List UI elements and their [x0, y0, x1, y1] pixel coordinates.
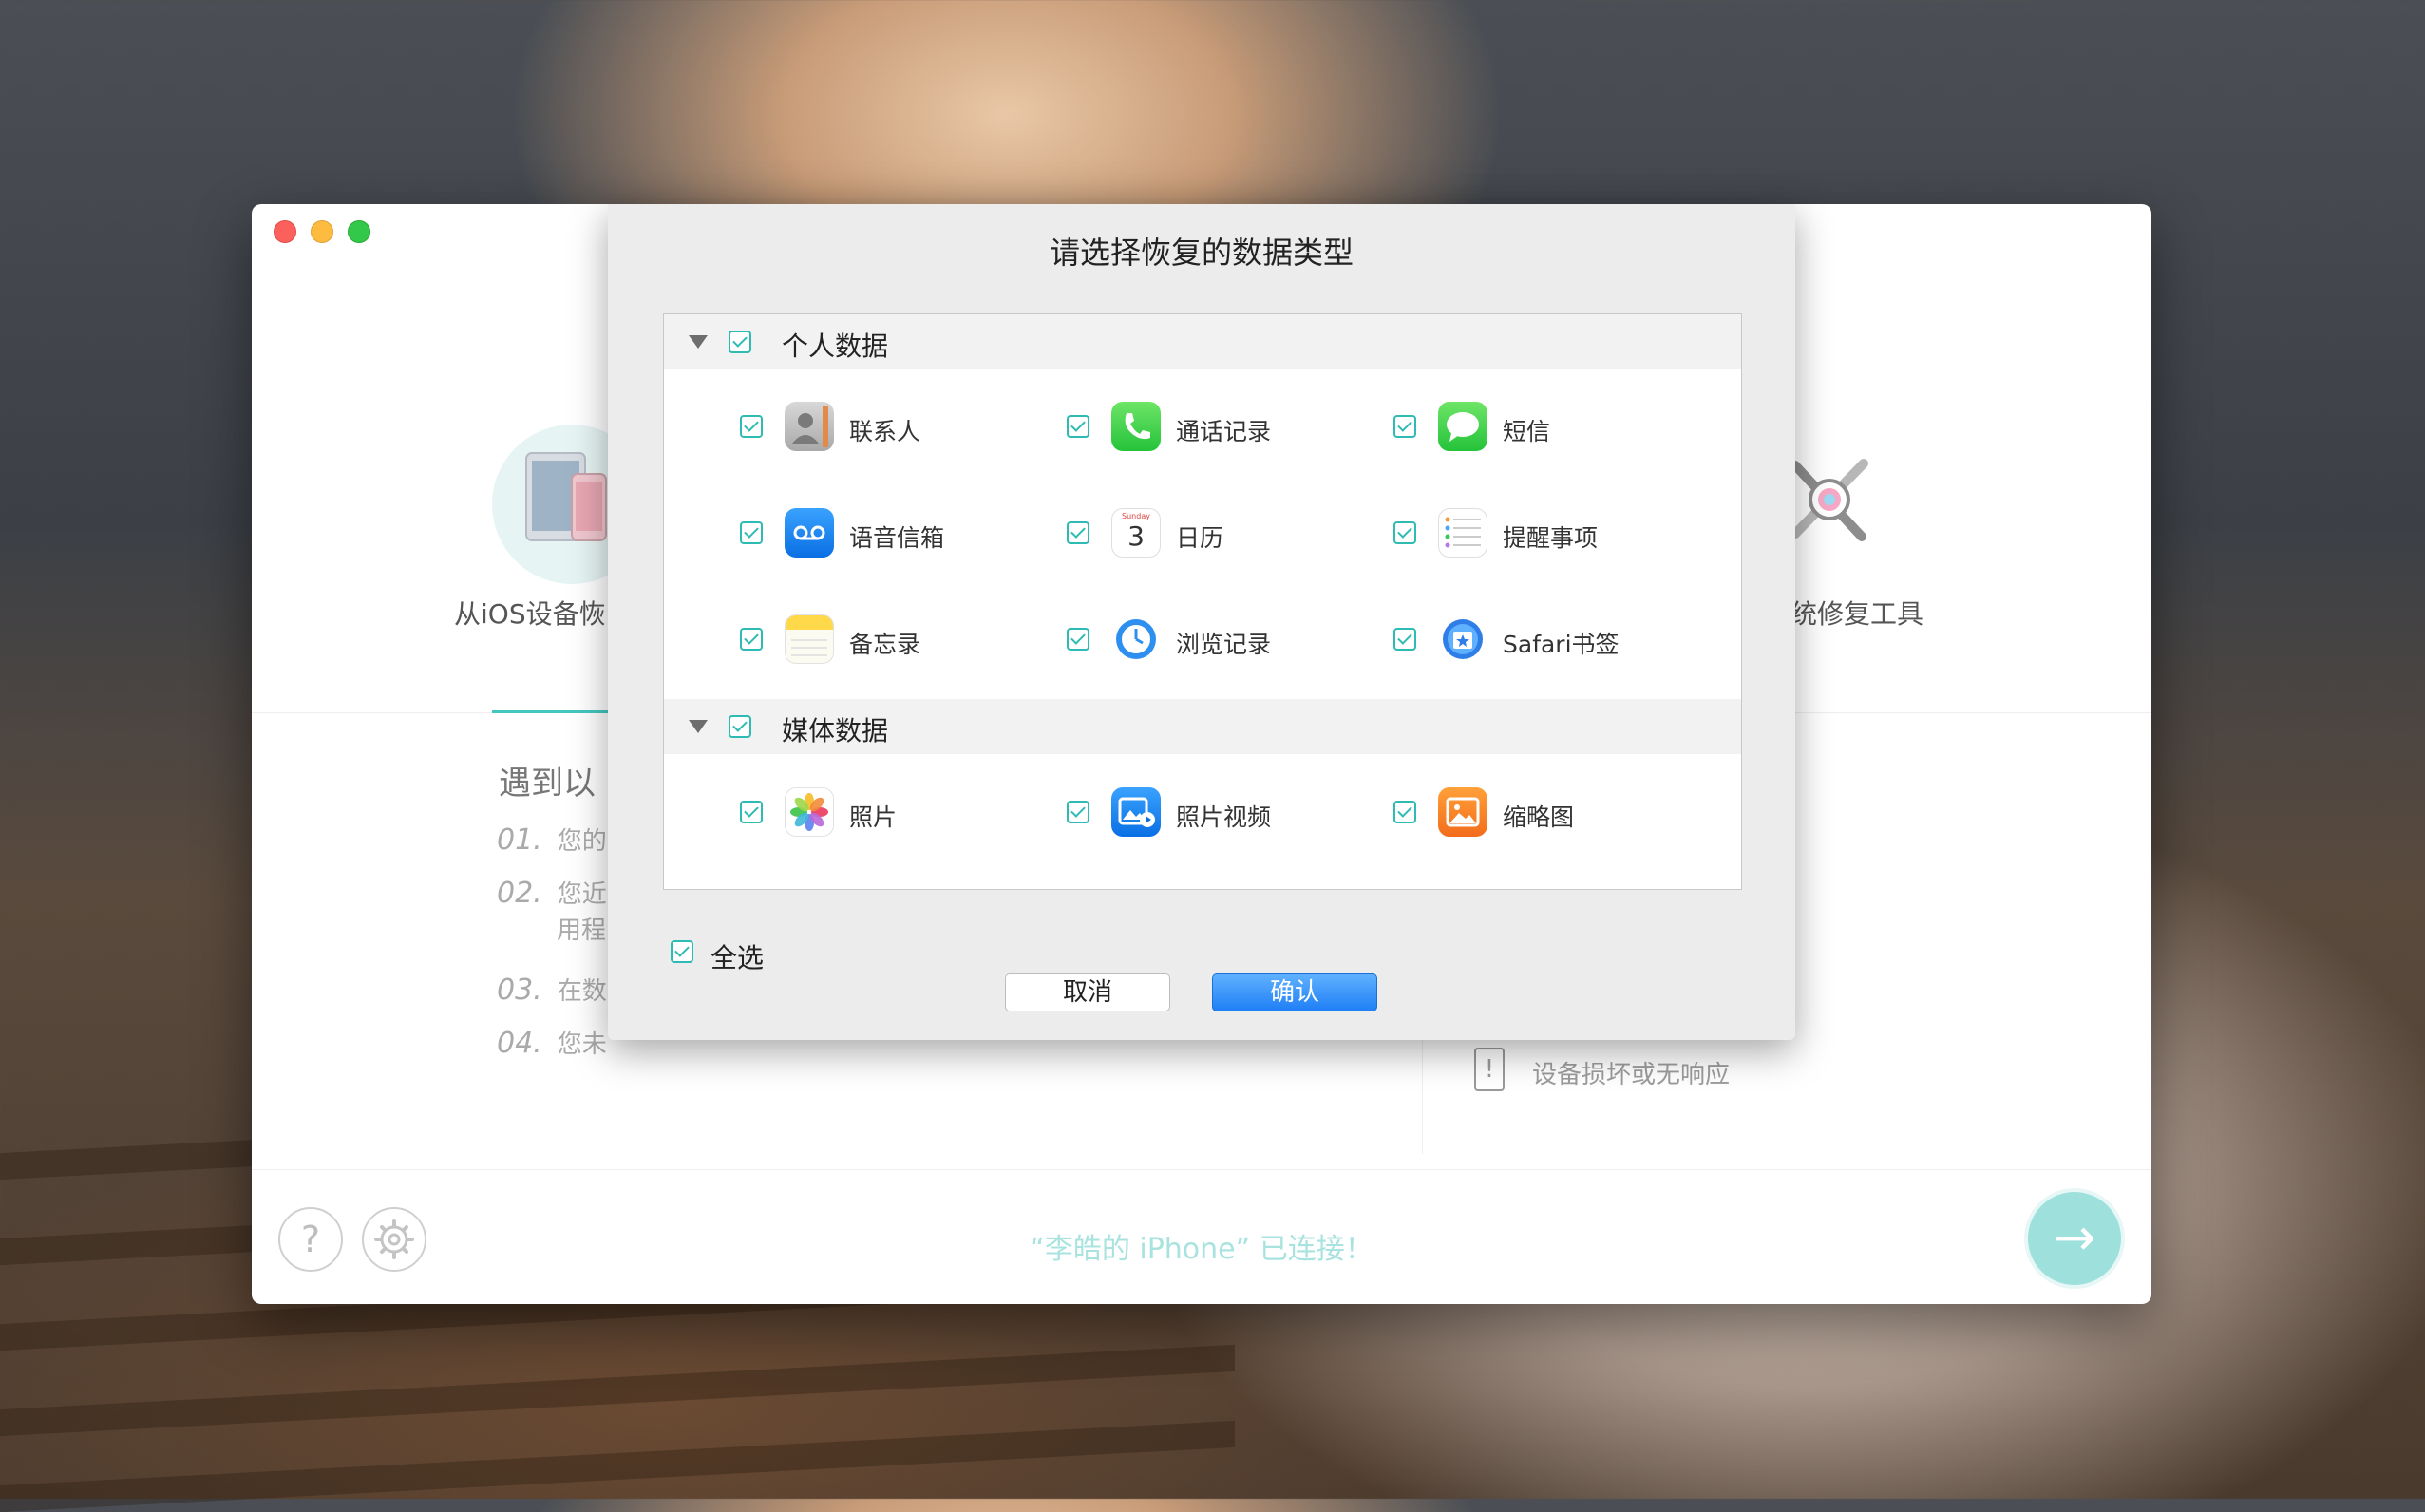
damage-scenario-label: 设备损坏或无响应 — [1532, 1061, 1731, 1089]
checkbox-browsing-history[interactable] — [1067, 628, 1089, 651]
scenario-text: 在数 — [557, 977, 607, 1006]
scenario-text-continued: 用程 — [557, 917, 607, 945]
group-checkbox-media[interactable] — [729, 715, 751, 738]
group-header-personal[interactable]: 个人数据 — [664, 314, 1741, 369]
photo-video-icon — [1111, 787, 1161, 837]
background-stripe — [0, 1344, 1235, 1437]
thumbnails-icon — [1438, 787, 1487, 837]
group-header-media[interactable]: 媒体数据 — [664, 699, 1741, 754]
item-label-contacts: 联系人 — [849, 418, 921, 445]
group-checkbox-personal[interactable] — [729, 331, 751, 353]
select-all-checkbox[interactable] — [671, 940, 693, 963]
confirm-button[interactable]: 确认 — [1212, 973, 1377, 1011]
next-button[interactable]: → — [2028, 1192, 2121, 1285]
calendar-day: Sunday — [1122, 512, 1150, 520]
scenario-number: 01. — [497, 823, 542, 857]
checkbox-thumbnails[interactable] — [1393, 801, 1416, 823]
calendar-date: 3 — [1127, 520, 1145, 552]
checkbox-contacts[interactable] — [740, 415, 763, 438]
item-label-notes: 备忘录 — [849, 631, 921, 658]
scenario-number: 03. — [497, 973, 542, 1007]
device-warning-icon: ! — [1474, 1048, 1505, 1091]
checkbox-voicemail[interactable] — [740, 521, 763, 544]
item-label-thumbnails: 缩略图 — [1503, 803, 1575, 831]
window-minimize-button[interactable] — [311, 220, 333, 243]
select-all-label[interactable]: 全选 — [710, 937, 764, 975]
group-label: 个人数据 — [782, 331, 889, 362]
window-maximize-button[interactable] — [348, 220, 370, 243]
data-type-list: 个人数据 联系人 通话记录 短信 语音信箱 Sunday 3 日历 提醒事项 备… — [663, 313, 1742, 890]
mode-label-ios-recovery[interactable]: 从iOS设备恢 — [454, 594, 606, 632]
scenario-number: 02. — [497, 877, 542, 910]
scenario-text: 您近 — [557, 880, 607, 909]
scenario-item: 01. 您的 — [497, 822, 607, 857]
safari-bookmarks-icon — [1438, 614, 1487, 664]
history-icon — [1111, 614, 1161, 664]
arrow-right-icon: → — [2053, 1207, 2096, 1267]
window-close-button[interactable] — [274, 220, 296, 243]
checkbox-photo-video[interactable] — [1067, 801, 1089, 823]
dialog-title: 请选择恢复的数据类型 — [1049, 235, 1354, 271]
data-type-dialog: 请选择恢复的数据类型 个人数据 联系人 通话记录 短信 语音信箱 Sunday … — [608, 204, 1795, 1040]
item-label-safari-bookmarks: Safari书签 — [1503, 631, 1620, 658]
item-label-photos: 照片 — [849, 803, 898, 831]
calendar-icon: Sunday 3 — [1111, 508, 1161, 558]
scenario-item: 03. 在数 — [497, 972, 607, 1007]
cancel-button[interactable]: 取消 — [1005, 973, 1170, 1011]
footer-divider — [252, 1169, 2151, 1170]
checkbox-notes[interactable] — [740, 628, 763, 651]
scenario-item: 04. 您未 — [497, 1025, 607, 1060]
checkbox-calendar[interactable] — [1067, 521, 1089, 544]
disclosure-triangle-icon[interactable] — [689, 335, 708, 349]
item-label-call-history: 通话记录 — [1176, 418, 1272, 445]
checkbox-photos[interactable] — [740, 801, 763, 823]
photos-icon — [785, 787, 834, 837]
item-label-calendar: 日历 — [1176, 524, 1224, 552]
connection-status: “李皓的 iPhone” 已连接！ — [1030, 1233, 1374, 1266]
item-label-photo-video: 照片视频 — [1176, 803, 1272, 831]
scenario-item: 02. 您近 — [497, 875, 607, 910]
checkbox-messages[interactable] — [1393, 415, 1416, 438]
checkbox-call-history[interactable] — [1067, 415, 1089, 438]
disclosure-triangle-icon[interactable] — [689, 720, 708, 733]
checkbox-safari-bookmarks[interactable] — [1393, 628, 1416, 651]
reminders-icon — [1438, 508, 1487, 558]
scenarios-title: 遇到以 — [499, 765, 596, 803]
mode-label-system-repair[interactable]: 统修复工具 — [1790, 594, 1923, 632]
scenario-text: 您未 — [557, 1030, 607, 1059]
scenario-text: 您的 — [557, 827, 607, 856]
item-label-voicemail: 语音信箱 — [849, 524, 945, 552]
active-tab-indicator — [492, 710, 616, 713]
item-label-browsing-history: 浏览记录 — [1176, 631, 1272, 658]
item-label-reminders: 提醒事项 — [1503, 524, 1599, 552]
messages-icon — [1438, 402, 1487, 451]
group-label: 媒体数据 — [782, 715, 889, 747]
contacts-icon — [785, 402, 834, 451]
phone-icon — [1111, 402, 1161, 451]
checkbox-reminders[interactable] — [1393, 521, 1416, 544]
item-label-messages: 短信 — [1503, 418, 1551, 445]
notes-icon — [785, 614, 834, 664]
scenario-number: 04. — [497, 1027, 542, 1060]
voicemail-icon — [785, 508, 834, 558]
